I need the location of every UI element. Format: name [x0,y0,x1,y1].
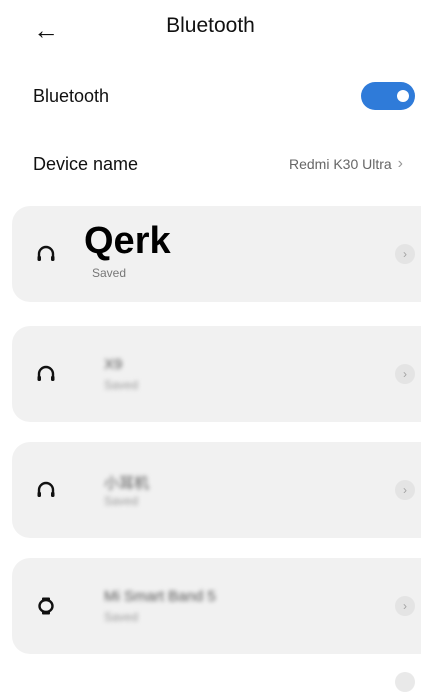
device-name-value-wrap: Redmi K30 Ultra › [289,155,403,173]
device-status: Saved [104,378,139,392]
chevron-right-icon[interactable]: › [395,244,415,264]
headphones-icon [32,360,60,388]
top-bar: ← Bluetooth [0,0,421,58]
toggle-knob [397,90,409,102]
headphones-icon [32,476,60,504]
page-title: Bluetooth [166,14,255,37]
chevron-right-icon[interactable]: › [395,480,415,500]
device-name: Qerk [84,220,171,262]
chevron-right-icon: › [397,155,403,172]
device-name-row[interactable]: Device name Redmi K30 Ultra › [0,138,421,190]
device-card[interactable]: Mi Smart Band 5 Saved › [12,558,421,654]
device-name-label: Device name [33,153,139,174]
watch-icon [32,592,60,620]
device-card[interactable]: 小耳机 Saved › [12,442,421,538]
device-name: X9 [104,356,123,373]
headphones-icon [32,240,60,268]
device-card-qerk[interactable]: Qerk Saved › [12,206,421,302]
chevron-right-icon [395,672,415,692]
bluetooth-label: Bluetooth [33,85,110,106]
device-name-value: Redmi K30 Ultra [288,156,392,172]
device-name: Mi Smart Band 5 [104,588,216,605]
device-status: Saved [92,266,127,280]
chevron-right-icon[interactable]: › [395,364,415,384]
bluetooth-toggle[interactable] [361,82,415,110]
device-name: 小耳机 [104,475,150,492]
device-card[interactable]: X9 Saved › [12,326,421,422]
chevron-right-icon[interactable]: › [395,596,415,616]
device-status: Saved [104,494,139,508]
bluetooth-toggle-row[interactable]: Bluetooth [0,70,421,122]
device-status: Saved [104,610,139,624]
